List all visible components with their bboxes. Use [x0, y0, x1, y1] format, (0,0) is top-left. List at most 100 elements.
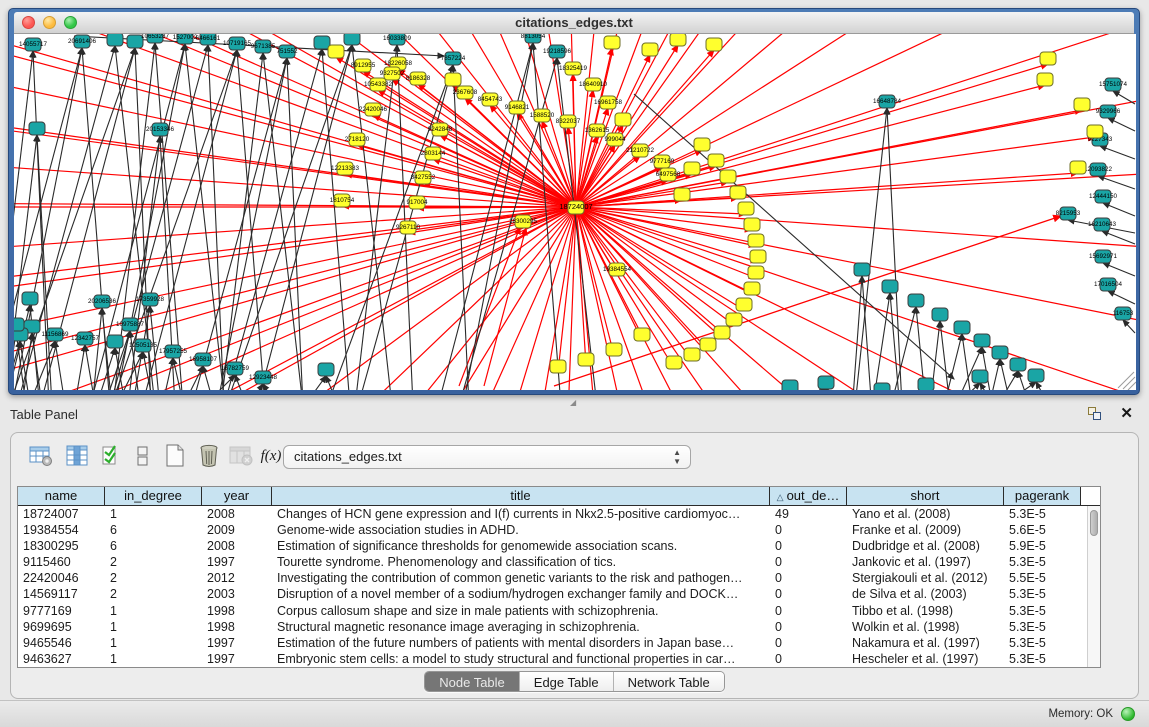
table-cell[interactable]: 9777169	[18, 603, 105, 619]
network-node[interactable]	[666, 356, 682, 369]
table-cell[interactable]: 18724007	[18, 506, 105, 522]
network-node[interactable]	[992, 346, 1008, 359]
network-node[interactable]	[107, 335, 123, 348]
network-node[interactable]	[974, 334, 990, 347]
table-cell[interactable]: 1998	[202, 619, 272, 635]
network-node[interactable]	[1074, 98, 1090, 111]
table-mode-icon[interactable]	[27, 442, 55, 470]
network-node[interactable]	[328, 45, 344, 58]
network-window[interactable]: citations_edges.txt 14055717206914061065…	[8, 8, 1140, 395]
table-cell[interactable]: 5.6E-5	[1004, 522, 1081, 538]
table-cell[interactable]: Tourette syndrome. Phenomenology and cla…	[272, 554, 770, 570]
table-row[interactable]: 969969511998Structural magnetic resonanc…	[18, 619, 1100, 635]
network-node[interactable]	[708, 154, 724, 167]
table-cell[interactable]: 5.3E-5	[1004, 554, 1081, 570]
network-node[interactable]	[874, 383, 890, 390]
column-header-pagerank[interactable]: pagerank	[1004, 487, 1081, 505]
table-cell[interactable]: Franke et al. (2009)	[847, 522, 1004, 538]
network-node[interactable]	[344, 34, 360, 45]
table-cell[interactable]: 9463627	[18, 651, 105, 667]
network-node[interactable]	[314, 36, 330, 49]
column-header-in_degree[interactable]: in_degree	[105, 487, 202, 505]
table-row[interactable]: 2242004622012Investigating the contribut…	[18, 570, 1100, 586]
table-cell[interactable]: 9465546	[18, 635, 105, 651]
table-cell[interactable]: 2	[105, 554, 202, 570]
network-node[interactable]	[736, 298, 752, 311]
network-node[interactable]	[1087, 125, 1103, 138]
network-node[interactable]	[954, 321, 970, 334]
network-node[interactable]	[674, 188, 690, 201]
network-node[interactable]	[550, 360, 566, 373]
table-cell[interactable]: 0	[770, 635, 847, 651]
memory-status-indicator[interactable]	[1121, 707, 1135, 721]
tab-network-table[interactable]: Network Table	[613, 672, 724, 691]
table-cell[interactable]: 2008	[202, 538, 272, 554]
table-cell[interactable]: 1	[105, 635, 202, 651]
table-cell[interactable]: 18300295	[18, 538, 105, 554]
network-node[interactable]	[744, 282, 760, 295]
column-header-name[interactable]: name	[18, 487, 105, 505]
table-row[interactable]: 1872400712008Changes of HCN gene express…	[18, 506, 1100, 522]
select-all-columns-icon[interactable]	[97, 442, 125, 470]
network-node[interactable]	[634, 328, 650, 341]
network-node[interactable]	[318, 363, 334, 376]
table-cell[interactable]: Jankovic et al. (1997)	[847, 554, 1004, 570]
table-cell[interactable]: Estimation of significance thresholds fo…	[272, 538, 770, 554]
network-node[interactable]	[738, 202, 754, 215]
delete-table-icon[interactable]	[227, 442, 255, 470]
network-node[interactable]	[604, 36, 620, 49]
network-window-titlebar[interactable]: citations_edges.txt	[14, 12, 1134, 34]
table-cell[interactable]: Stergiakouli et al. (2012)	[847, 570, 1004, 586]
table-cell[interactable]: 1998	[202, 603, 272, 619]
new-column-icon[interactable]	[161, 442, 189, 470]
table-cell[interactable]: 0	[770, 586, 847, 602]
network-canvas[interactable]: 1405571720691406106532871527002646616110…	[14, 34, 1136, 390]
table-cell[interactable]: Changes of HCN gene expression and I(f) …	[272, 506, 770, 522]
table-cell[interactable]: Disruption of a novel member of a sodium…	[272, 586, 770, 602]
table-cell[interactable]: 5.9E-5	[1004, 538, 1081, 554]
network-node[interactable]	[908, 294, 924, 307]
table-cell[interactable]: 5.3E-5	[1004, 635, 1081, 651]
table-cell[interactable]: 5.3E-5	[1004, 603, 1081, 619]
attribute-table[interactable]: namein_degreeyeartitle△out_de…shortpager…	[17, 486, 1101, 668]
network-node[interactable]	[932, 308, 948, 321]
network-node[interactable]	[748, 266, 764, 279]
table-cell[interactable]: 1	[105, 651, 202, 667]
float-panel-icon[interactable]	[1088, 407, 1103, 421]
table-cell[interactable]: 1	[105, 619, 202, 635]
table-cell[interactable]: 6	[105, 538, 202, 554]
network-node[interactable]	[22, 292, 38, 305]
table-cell[interactable]: 6	[105, 522, 202, 538]
table-cell[interactable]: 9115460	[18, 554, 105, 570]
table-row[interactable]: 946554611997Estimation of the future num…	[18, 635, 1100, 651]
table-cell[interactable]: 9699695	[18, 619, 105, 635]
column-header-title[interactable]: title	[272, 487, 770, 505]
table-cell[interactable]: de Silva et al. (2003)	[847, 586, 1004, 602]
table-cell[interactable]: 2	[105, 586, 202, 602]
zoom-window-button[interactable]	[64, 16, 77, 29]
table-cell[interactable]: 5.3E-5	[1004, 506, 1081, 522]
table-cell[interactable]: Investigating the contribution of common…	[272, 570, 770, 586]
table-row[interactable]: 1456911722003Disruption of a novel membe…	[18, 586, 1100, 602]
table-cell[interactable]: 14569117	[18, 586, 105, 602]
network-node[interactable]	[642, 43, 658, 56]
table-cell[interactable]: 2012	[202, 570, 272, 586]
table-cell[interactable]: 49	[770, 506, 847, 522]
table-cell[interactable]: 5.5E-5	[1004, 570, 1081, 586]
table-cell[interactable]: Hescheler et al. (1997)	[847, 651, 1004, 667]
network-node[interactable]	[615, 113, 631, 126]
table-cell[interactable]: 1	[105, 506, 202, 522]
network-node[interactable]	[606, 343, 622, 356]
table-cell[interactable]: 0	[770, 651, 847, 667]
network-node[interactable]	[684, 162, 700, 175]
network-node[interactable]	[782, 380, 798, 390]
table-cell[interactable]: 22420046	[18, 570, 105, 586]
network-node[interactable]	[714, 326, 730, 339]
table-cell[interactable]: Wolkin et al. (1998)	[847, 619, 1004, 635]
column-header-year[interactable]: year	[202, 487, 272, 505]
network-node[interactable]	[972, 370, 988, 383]
network-graph-svg[interactable]: 1405571720691406106532871527002646616110…	[14, 34, 1136, 390]
close-panel-icon[interactable]: ✕	[1120, 404, 1133, 422]
network-node[interactable]	[730, 186, 746, 199]
minimize-window-button[interactable]	[43, 16, 56, 29]
